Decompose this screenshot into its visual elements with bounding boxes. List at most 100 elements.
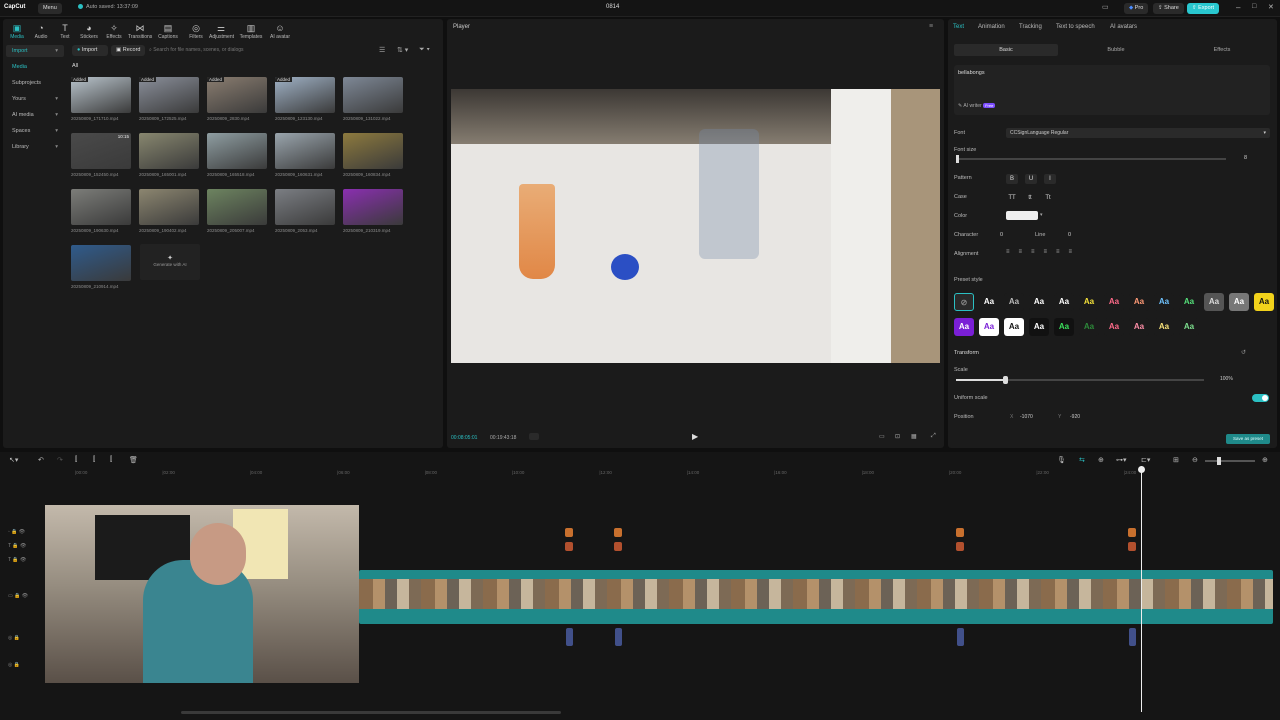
- fullscreen-icon[interactable]: ⤢: [931, 433, 936, 440]
- uniform-scale-toggle[interactable]: [1252, 394, 1269, 402]
- text-input[interactable]: bellabongs ✎ AI writer Free: [954, 65, 1270, 115]
- preset-style[interactable]: Aa: [1104, 318, 1124, 336]
- font-select[interactable]: CCSignLanguage Regular ▾: [1006, 128, 1270, 138]
- sidebar-item-library[interactable]: Library ▾: [6, 141, 64, 153]
- main-video-track[interactable]: [359, 570, 1273, 624]
- preset-style[interactable]: Aa: [954, 318, 974, 336]
- layout-icon[interactable]: ▭: [1102, 3, 1109, 11]
- crop-icon[interactable]: ⊡: [895, 433, 900, 440]
- pos-y-value[interactable]: -920: [1070, 414, 1080, 420]
- media-thumbnail[interactable]: [139, 189, 199, 225]
- split-left-icon[interactable]: ⫿: [93, 456, 95, 464]
- underline-button[interactable]: U: [1025, 174, 1037, 184]
- ratio-icon[interactable]: ▦: [911, 433, 917, 440]
- delete-icon[interactable]: 🗑: [129, 456, 138, 464]
- preset-style[interactable]: Aa: [1004, 318, 1024, 336]
- tab-animation[interactable]: Animation: [978, 24, 1005, 30]
- caption-icon[interactable]: ⊏▾: [1141, 456, 1150, 464]
- media-thumbnail[interactable]: [343, 77, 403, 113]
- color-chevron-icon[interactable]: ▾: [1040, 212, 1043, 218]
- all-filter-label[interactable]: All: [72, 63, 78, 69]
- timeline-scrollbar[interactable]: [181, 711, 561, 714]
- list-view-icon[interactable]: ☰: [379, 46, 385, 54]
- preset-style[interactable]: Aa: [1079, 318, 1099, 336]
- undo-icon[interactable]: ↶: [38, 456, 44, 464]
- link-icon[interactable]: ⇆: [1079, 456, 1085, 464]
- sidebar-item-import[interactable]: Import ▾: [6, 45, 64, 57]
- reset-icon[interactable]: ↺: [1241, 349, 1246, 356]
- text-clip[interactable]: [956, 528, 964, 537]
- sidebar-item-spaces[interactable]: Spaces ▾: [6, 125, 64, 137]
- scale-slider[interactable]: [956, 376, 1204, 384]
- timecode-toggle[interactable]: [529, 433, 539, 440]
- text-clip[interactable]: [956, 542, 964, 551]
- pro-button[interactable]: ◆ Pro: [1124, 3, 1149, 14]
- preset-style[interactable]: Aa: [1054, 318, 1074, 336]
- subtab-effects[interactable]: Effects: [1170, 44, 1274, 56]
- track-controls-text1[interactable]: ◦ 🔒 👁: [8, 529, 25, 535]
- maximize-icon[interactable]: □: [1252, 3, 1256, 10]
- preset-style[interactable]: Aa: [1129, 318, 1149, 336]
- media-thumbnail[interactable]: [71, 189, 131, 225]
- font-size-value[interactable]: 8: [1244, 155, 1247, 161]
- text-clip[interactable]: [565, 542, 573, 551]
- preview-axis-icon[interactable]: ⊕: [1098, 456, 1104, 464]
- uppercase-button[interactable]: TT: [1006, 193, 1018, 203]
- preset-none-icon[interactable]: ⊘: [954, 293, 974, 311]
- record-button[interactable]: ▣ Record: [111, 45, 145, 56]
- preset-style[interactable]: Aa: [1179, 318, 1199, 336]
- tab-tracking[interactable]: Tracking: [1019, 24, 1042, 30]
- media-thumbnail[interactable]: Added: [275, 77, 335, 113]
- export-button[interactable]: ⇧ Export: [1187, 3, 1220, 14]
- audio-clip[interactable]: [957, 628, 964, 646]
- import-button[interactable]: ● Import: [72, 45, 108, 56]
- pos-x-value[interactable]: -1070: [1020, 414, 1033, 420]
- italic-button[interactable]: I: [1044, 174, 1056, 184]
- sidebar-item-ai-media[interactable]: AI media ▾: [6, 109, 64, 121]
- preset-style[interactable]: Aa: [1104, 293, 1124, 311]
- sidebar-item-yours[interactable]: Yours ▾: [6, 93, 64, 105]
- zoom-slider[interactable]: [1205, 457, 1255, 465]
- search-input[interactable]: ⌕ Search for file names, scenes, or dial…: [149, 45, 369, 56]
- select-tool-icon[interactable]: ↖▾: [9, 456, 18, 464]
- media-thumbnail[interactable]: [275, 133, 335, 169]
- mic-icon[interactable]: 🎙: [1057, 456, 1066, 464]
- playhead[interactable]: [1138, 466, 1145, 712]
- text-clip[interactable]: [1128, 542, 1136, 551]
- media-thumbnail[interactable]: 10:15: [71, 133, 131, 169]
- preset-style[interactable]: Aa: [1254, 293, 1274, 311]
- media-thumbnail[interactable]: [207, 189, 267, 225]
- line-value[interactable]: 0: [1068, 232, 1071, 238]
- minimize-icon[interactable]: –: [1236, 3, 1240, 12]
- media-thumbnail[interactable]: [139, 133, 199, 169]
- track-controls-main[interactable]: ▭ 🔒 👁: [8, 593, 28, 599]
- subtab-basic[interactable]: Basic: [954, 44, 1058, 56]
- track-controls-audio2[interactable]: ◎ 🔒: [8, 662, 20, 668]
- zoom-fit-icon[interactable]: ⊞: [1173, 456, 1179, 464]
- preset-style[interactable]: Aa: [1079, 293, 1099, 311]
- text-clip[interactable]: [614, 542, 622, 551]
- preset-style[interactable]: Aa: [1179, 293, 1199, 311]
- preset-style[interactable]: Aa: [1154, 293, 1174, 311]
- aspect-ratio-icon[interactable]: ▭: [879, 433, 885, 440]
- titlecase-button[interactable]: Tt: [1042, 193, 1054, 203]
- tab-ai-avatars[interactable]: AI avatars: [1110, 24, 1137, 30]
- media-thumbnail[interactable]: Added: [139, 77, 199, 113]
- text-clip[interactable]: [1128, 528, 1136, 537]
- scale-handle[interactable]: [1003, 376, 1008, 384]
- track-controls-text3[interactable]: T 🔒 👁: [8, 557, 26, 563]
- media-thumbnail[interactable]: Added: [207, 77, 267, 113]
- media-thumbnail[interactable]: [207, 133, 267, 169]
- preset-style[interactable]: Aa: [1229, 293, 1249, 311]
- track-controls-audio1[interactable]: ◎ 🔒: [8, 635, 20, 641]
- tab-text-to-speech[interactable]: Text to speech: [1056, 24, 1095, 30]
- media-thumbnail[interactable]: Added: [71, 77, 131, 113]
- preset-style[interactable]: Aa: [1129, 293, 1149, 311]
- project-name[interactable]: 0814: [606, 4, 619, 10]
- media-thumbnail[interactable]: [343, 189, 403, 225]
- color-swatch[interactable]: [1006, 211, 1038, 220]
- preset-style[interactable]: Aa: [1029, 293, 1049, 311]
- zoom-in-icon[interactable]: ⊕: [1262, 456, 1268, 464]
- close-icon[interactable]: ✕: [1268, 3, 1274, 11]
- character-value[interactable]: 0: [1000, 232, 1003, 238]
